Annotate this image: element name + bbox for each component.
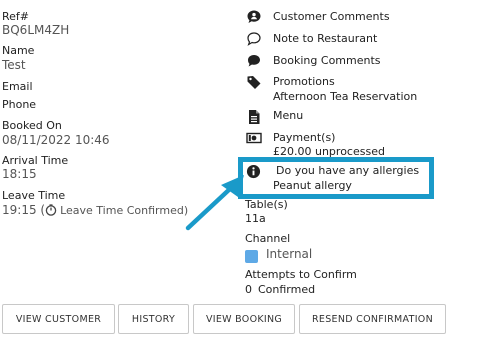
leave-value: 19:15 ( [2, 203, 46, 217]
arrow-pointer-icon [185, 175, 244, 231]
chat-bubble-icon [248, 55, 260, 67]
ref-value: BQ6LM4ZH [2, 23, 70, 37]
name-label: Name [2, 44, 35, 57]
view-customer-button[interactable]: VIEW CUSTOMER [2, 304, 115, 334]
name-value: Test [2, 58, 26, 72]
arrival-label: Arrival Time [2, 154, 69, 167]
tables-label: Table(s) [245, 198, 288, 211]
money-icon [246, 132, 262, 144]
ref-label: Ref# [2, 10, 30, 23]
booked-on-label: Booked On [2, 119, 62, 132]
phone-label: Phone [2, 98, 37, 111]
user-comment-icon [247, 10, 261, 23]
clock-icon [45, 204, 57, 216]
speech-bubble-icon [247, 32, 261, 46]
resend-confirmation-button[interactable]: RESEND CONFIRMATION [299, 304, 446, 334]
channel-value: Internal [266, 247, 313, 261]
menu-link[interactable]: Menu [273, 109, 303, 122]
note-to-restaurant-link[interactable]: Note to Restaurant [273, 32, 377, 45]
payments-label: Payment(s) [273, 131, 336, 144]
arrival-value: 18:15 [2, 167, 37, 181]
tag-icon [247, 76, 261, 89]
allergies-label: Do you have any allergies [276, 164, 420, 177]
customer-comments-link[interactable]: Customer Comments [273, 10, 390, 23]
history-button[interactable]: HISTORY [118, 304, 189, 334]
channel-color-swatch [245, 250, 258, 263]
channel-label: Channel [245, 232, 291, 245]
booking-comments-link[interactable]: Booking Comments [273, 54, 381, 67]
email-label: Email [2, 80, 33, 93]
leave-label: Leave Time [2, 189, 66, 202]
leave-confirmed: Leave Time Confirmed) [60, 203, 189, 217]
promotions-label: Promotions [273, 75, 335, 88]
attempts-count: 0 [245, 283, 252, 296]
booked-on-value: 08/11/2022 10:46 [2, 133, 110, 147]
attempts-label: Attempts to Confirm [245, 268, 357, 281]
promotions-value: Afternoon Tea Reservation [273, 90, 418, 103]
allergies-value: Peanut allergy [273, 179, 352, 192]
leave-row: 19:15 ( Leave Time Confirmed) [2, 203, 188, 217]
attempts-status: Confirmed [258, 283, 316, 296]
document-icon [249, 110, 260, 124]
view-booking-button[interactable]: VIEW BOOKING [193, 304, 295, 334]
